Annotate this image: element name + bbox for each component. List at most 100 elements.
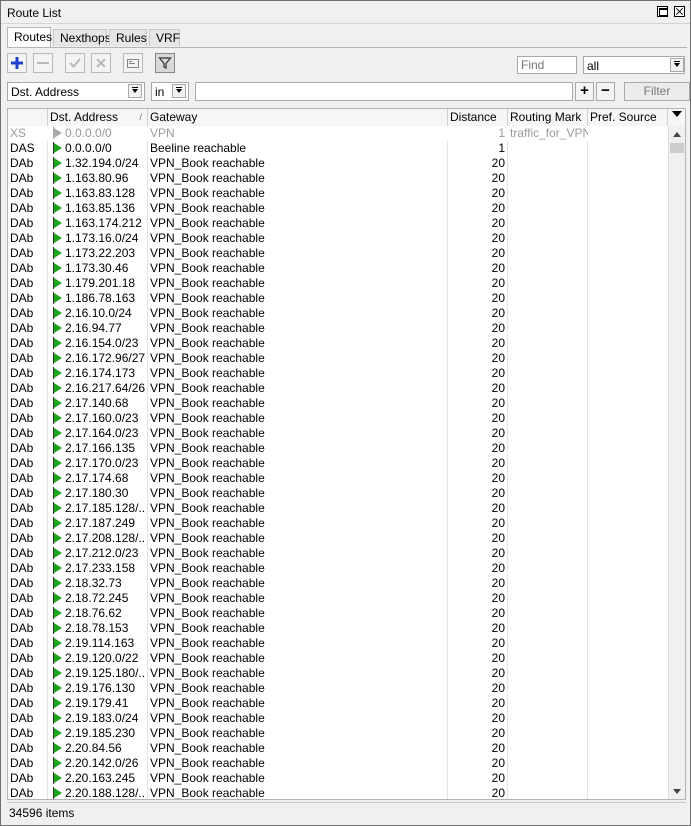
table-row[interactable]: DAb 1.163.80.96 VPN_Book reachable 20 — [8, 171, 668, 186]
column-distance[interactable]: Distance — [448, 109, 508, 126]
filter-button[interactable]: Filter — [624, 82, 690, 101]
tab-rules[interactable]: Rules — [109, 29, 147, 46]
table-row[interactable]: DAb 1.173.16.0/24 VPN_Book reachable 20 — [8, 231, 668, 246]
remove-button[interactable] — [33, 53, 53, 73]
table-row[interactable]: DAb 2.20.163.245 VPN_Book reachable 20 — [8, 771, 668, 786]
table-row[interactable]: DAb 2.16.174.173 VPN_Book reachable 20 — [8, 366, 668, 381]
remove-filter-button[interactable]: − — [596, 82, 615, 101]
row-pref-source — [590, 681, 668, 696]
chevron-down-icon[interactable] — [172, 84, 186, 98]
table-row[interactable]: XS 0.0.0.0/0 VPN 1 traffic_for_VPN — [8, 126, 668, 141]
table-row[interactable]: DAb 1.163.174.212 VPN_Book reachable 20 — [8, 216, 668, 231]
row-distance: 20 — [491, 711, 505, 725]
table-row[interactable]: DAb 2.19.176.130 VPN_Book reachable 20 — [8, 681, 668, 696]
row-gateway: VPN_Book reachable — [150, 621, 265, 635]
table-row[interactable]: DAb 1.173.30.46 VPN_Book reachable 20 — [8, 261, 668, 276]
table-row[interactable]: DAb 2.17.233.158 VPN_Book reachable 20 — [8, 561, 668, 576]
flag-icon — [54, 458, 62, 468]
flag-icon — [54, 773, 62, 783]
table-row[interactable]: DAb 2.17.180.30 VPN_Book reachable 20 — [8, 486, 668, 501]
close-button[interactable] — [674, 6, 685, 17]
table-row[interactable]: DAb 2.17.212.0/23 VPN_Book reachable 20 — [8, 546, 668, 561]
row-dst-address: 2.18.32.73 — [51, 576, 146, 591]
table-row[interactable]: DAb 2.19.185.230 VPN_Book reachable 20 — [8, 726, 668, 741]
table-row[interactable]: DAb 2.20.142.0/26 VPN_Book reachable 20 — [8, 756, 668, 771]
comment-button[interactable] — [123, 53, 143, 73]
table-row[interactable]: DAb 2.18.32.73 VPN_Book reachable 20 — [8, 576, 668, 591]
enable-button[interactable] — [65, 53, 85, 73]
column-menu-icon[interactable] — [672, 111, 682, 117]
table-row[interactable]: DAb 2.19.183.0/24 VPN_Book reachable 20 — [8, 711, 668, 726]
table-row[interactable]: DAb 2.18.78.153 VPN_Book reachable 20 — [8, 621, 668, 636]
column-dst-address[interactable]: Dst. Address / — [48, 109, 148, 126]
table-row[interactable]: DAb 2.17.160.0/23 VPN_Book reachable 20 — [8, 411, 668, 426]
table-row[interactable]: DAb 2.17.166.135 VPN_Book reachable 20 — [8, 441, 668, 456]
table-row[interactable]: DAb 2.17.174.68 VPN_Book reachable 20 — [8, 471, 668, 486]
row-pref-source — [590, 261, 668, 276]
flag-icon — [54, 173, 62, 183]
find-input[interactable] — [517, 56, 577, 74]
filter-field-select[interactable]: Dst. Address — [7, 82, 145, 101]
chevron-down-icon[interactable] — [128, 84, 142, 98]
disable-button[interactable] — [91, 53, 111, 73]
table-row[interactable]: DAS 0.0.0.0/0 Beeline reachable 1 — [8, 141, 668, 156]
filter-operator-select[interactable]: in — [151, 82, 189, 101]
table-row[interactable]: DAb 2.17.140.68 VPN_Book reachable 20 — [8, 396, 668, 411]
row-pref-source — [590, 426, 668, 441]
table-row[interactable]: DAb 1.163.83.128 VPN_Book reachable 20 — [8, 186, 668, 201]
row-gateway: VPN_Book reachable — [150, 546, 265, 560]
table-row[interactable]: DAb 1.173.22.203 VPN_Book reachable 20 — [8, 246, 668, 261]
column-routing-mark[interactable]: Routing Mark — [508, 109, 588, 126]
table-row[interactable]: DAb 2.18.72.245 VPN_Book reachable 20 — [8, 591, 668, 606]
scrollbar-thumb[interactable] — [670, 143, 684, 153]
filter-value-input[interactable] — [195, 82, 573, 101]
table-row[interactable]: DAb 2.16.172.96/27 VPN_Book reachable 20 — [8, 351, 668, 366]
add-button[interactable] — [7, 53, 27, 73]
table-row[interactable]: DAb 1.186.78.163 VPN_Book reachable 20 — [8, 291, 668, 306]
table-row[interactable]: DAb 2.19.179.41 VPN_Book reachable 20 — [8, 696, 668, 711]
row-routing-mark — [510, 651, 588, 666]
scope-select[interactable]: all — [583, 56, 685, 74]
table-row[interactable]: DAb 1.179.201.18 VPN_Book reachable 20 — [8, 276, 668, 291]
row-routing-mark — [510, 696, 588, 711]
column-flags[interactable] — [8, 109, 48, 126]
row-pref-source — [590, 501, 668, 516]
row-distance: 20 — [491, 276, 505, 290]
scroll-down-icon[interactable] — [673, 789, 681, 794]
row-dst-text: 2.19.120.0/22 — [65, 651, 139, 665]
maximize-button[interactable] — [657, 6, 668, 17]
row-dst-address: 2.19.179.41 — [51, 696, 146, 711]
table-row[interactable]: DAb 2.19.114.163 VPN_Book reachable 20 — [8, 636, 668, 651]
table-row[interactable]: DAb 2.17.187.249 VPN_Book reachable 20 — [8, 516, 668, 531]
chevron-down-icon[interactable] — [670, 58, 684, 72]
row-dst-text: 2.19.176.130 — [65, 681, 136, 695]
table-row[interactable]: DAb 1.32.194.0/24 VPN_Book reachable 20 — [8, 156, 668, 171]
table-row[interactable]: DAb 2.16.94.77 VPN_Book reachable 20 — [8, 321, 668, 336]
tab-nexthops[interactable]: Nexthops — [53, 29, 111, 46]
table-row[interactable]: DAb 2.17.170.0/23 VPN_Book reachable 20 — [8, 456, 668, 471]
table-row[interactable]: DAb 2.17.185.128/... VPN_Book reachable 20 — [8, 501, 668, 516]
table-row[interactable]: DAb 2.20.188.128/... VPN_Book reachable 20 — [8, 786, 668, 799]
row-flags: DAb — [10, 486, 34, 500]
filter-toggle-button[interactable] — [155, 53, 175, 73]
scroll-up-icon[interactable] — [673, 132, 681, 137]
row-gateway: VPN_Book reachable — [150, 426, 265, 440]
table-row[interactable]: DAb 2.17.164.0/23 VPN_Book reachable 20 — [8, 426, 668, 441]
row-gateway: VPN_Book reachable — [150, 696, 265, 710]
tab-routes[interactable]: Routes — [7, 27, 52, 48]
column-gateway[interactable]: Gateway — [148, 109, 448, 126]
table-row[interactable]: DAb 2.16.10.0/24 VPN_Book reachable 20 — [8, 306, 668, 321]
table-row[interactable]: DAb 2.16.154.0/23 VPN_Book reachable 20 — [8, 336, 668, 351]
table-row[interactable]: DAb 2.18.76.62 VPN_Book reachable 20 — [8, 606, 668, 621]
tab-vrf[interactable]: VRF — [149, 29, 180, 46]
row-pref-source — [590, 741, 668, 756]
column-pref-source[interactable]: Pref. Source — [588, 109, 668, 126]
table-row[interactable]: DAb 2.19.120.0/22 VPN_Book reachable 20 — [8, 651, 668, 666]
table-row[interactable]: DAb 2.20.84.56 VPN_Book reachable 20 — [8, 741, 668, 756]
add-filter-button[interactable]: + — [575, 82, 594, 101]
table-row[interactable]: DAb 1.163.85.136 VPN_Book reachable 20 — [8, 201, 668, 216]
table-row[interactable]: DAb 2.16.217.64/26 VPN_Book reachable 20 — [8, 381, 668, 396]
table-row[interactable]: DAb 2.19.125.180/... VPN_Book reachable 20 — [8, 666, 668, 681]
table-row[interactable]: DAb 2.17.208.128/... VPN_Book reachable 20 — [8, 531, 668, 546]
vertical-scrollbar[interactable] — [668, 126, 685, 799]
